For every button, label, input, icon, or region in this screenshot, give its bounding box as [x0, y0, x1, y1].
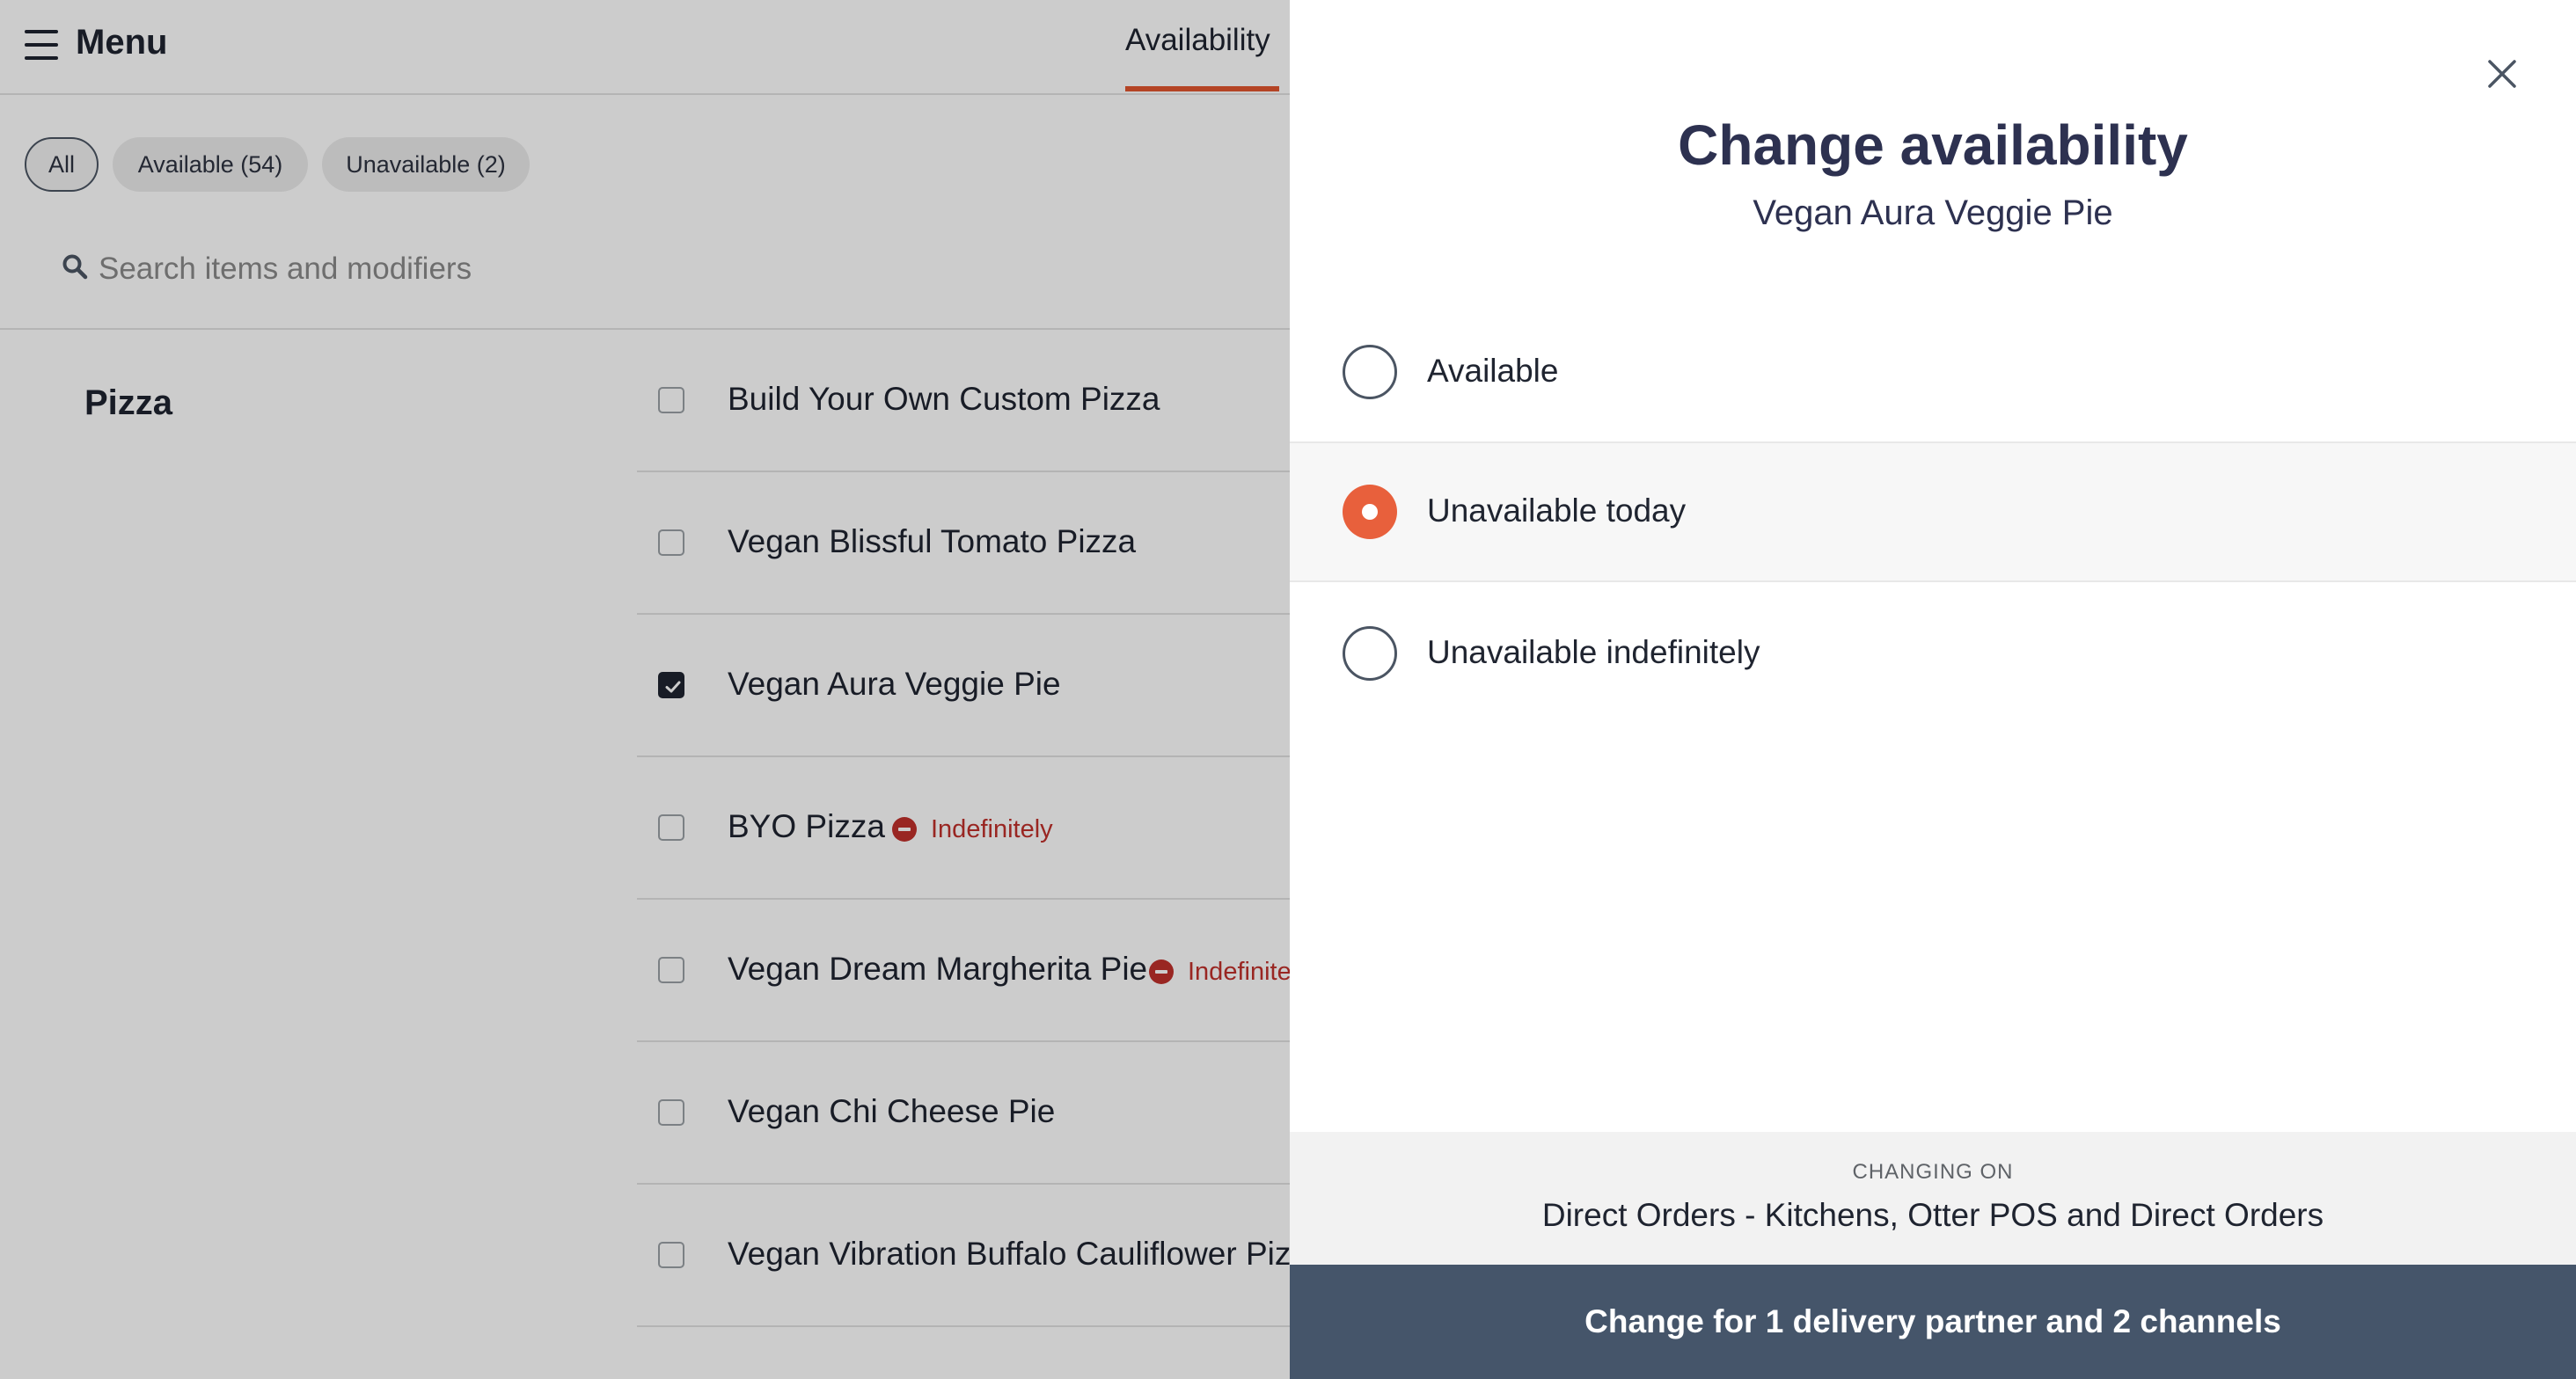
change-availability-drawer: Change availability Vegan Aura Veggie Pi…: [1290, 0, 2576, 1379]
submit-button[interactable]: Change for 1 delivery partner and 2 chan…: [1290, 1265, 2576, 1379]
radio-button[interactable]: [1343, 626, 1397, 681]
modal-backdrop[interactable]: [0, 0, 1290, 1379]
option-unavailable-today[interactable]: Unavailable today: [1290, 441, 2576, 582]
option-unavailable-indefinitely[interactable]: Unavailable indefinitely: [1290, 583, 2576, 724]
radio-button[interactable]: [1343, 345, 1397, 399]
changing-on-panel: CHANGING ON Direct Orders - Kitchens, Ot…: [1290, 1132, 2576, 1265]
changing-on-value: Direct Orders - Kitchens, Otter POS and …: [1541, 1197, 2324, 1233]
changing-on-label: CHANGING ON: [1852, 1160, 2014, 1184]
drawer-title: Change availability: [1678, 113, 2188, 177]
option-label: Unavailable today: [1427, 492, 1687, 529]
option-available[interactable]: Available: [1290, 302, 2576, 442]
drawer-subtitle: Vegan Aura Veggie Pie: [1753, 193, 2113, 232]
option-label: Available: [1427, 353, 1559, 389]
close-icon[interactable]: [2483, 55, 2521, 93]
radio-button-selected[interactable]: [1343, 485, 1397, 539]
option-label: Unavailable indefinitely: [1427, 634, 1760, 670]
